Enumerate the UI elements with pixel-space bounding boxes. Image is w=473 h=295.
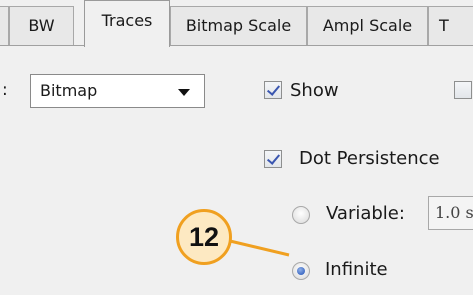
- tab-traces[interactable]: Traces: [84, 0, 170, 47]
- callout-badge: 12: [176, 209, 232, 265]
- callout-leader-line: [229, 239, 290, 257]
